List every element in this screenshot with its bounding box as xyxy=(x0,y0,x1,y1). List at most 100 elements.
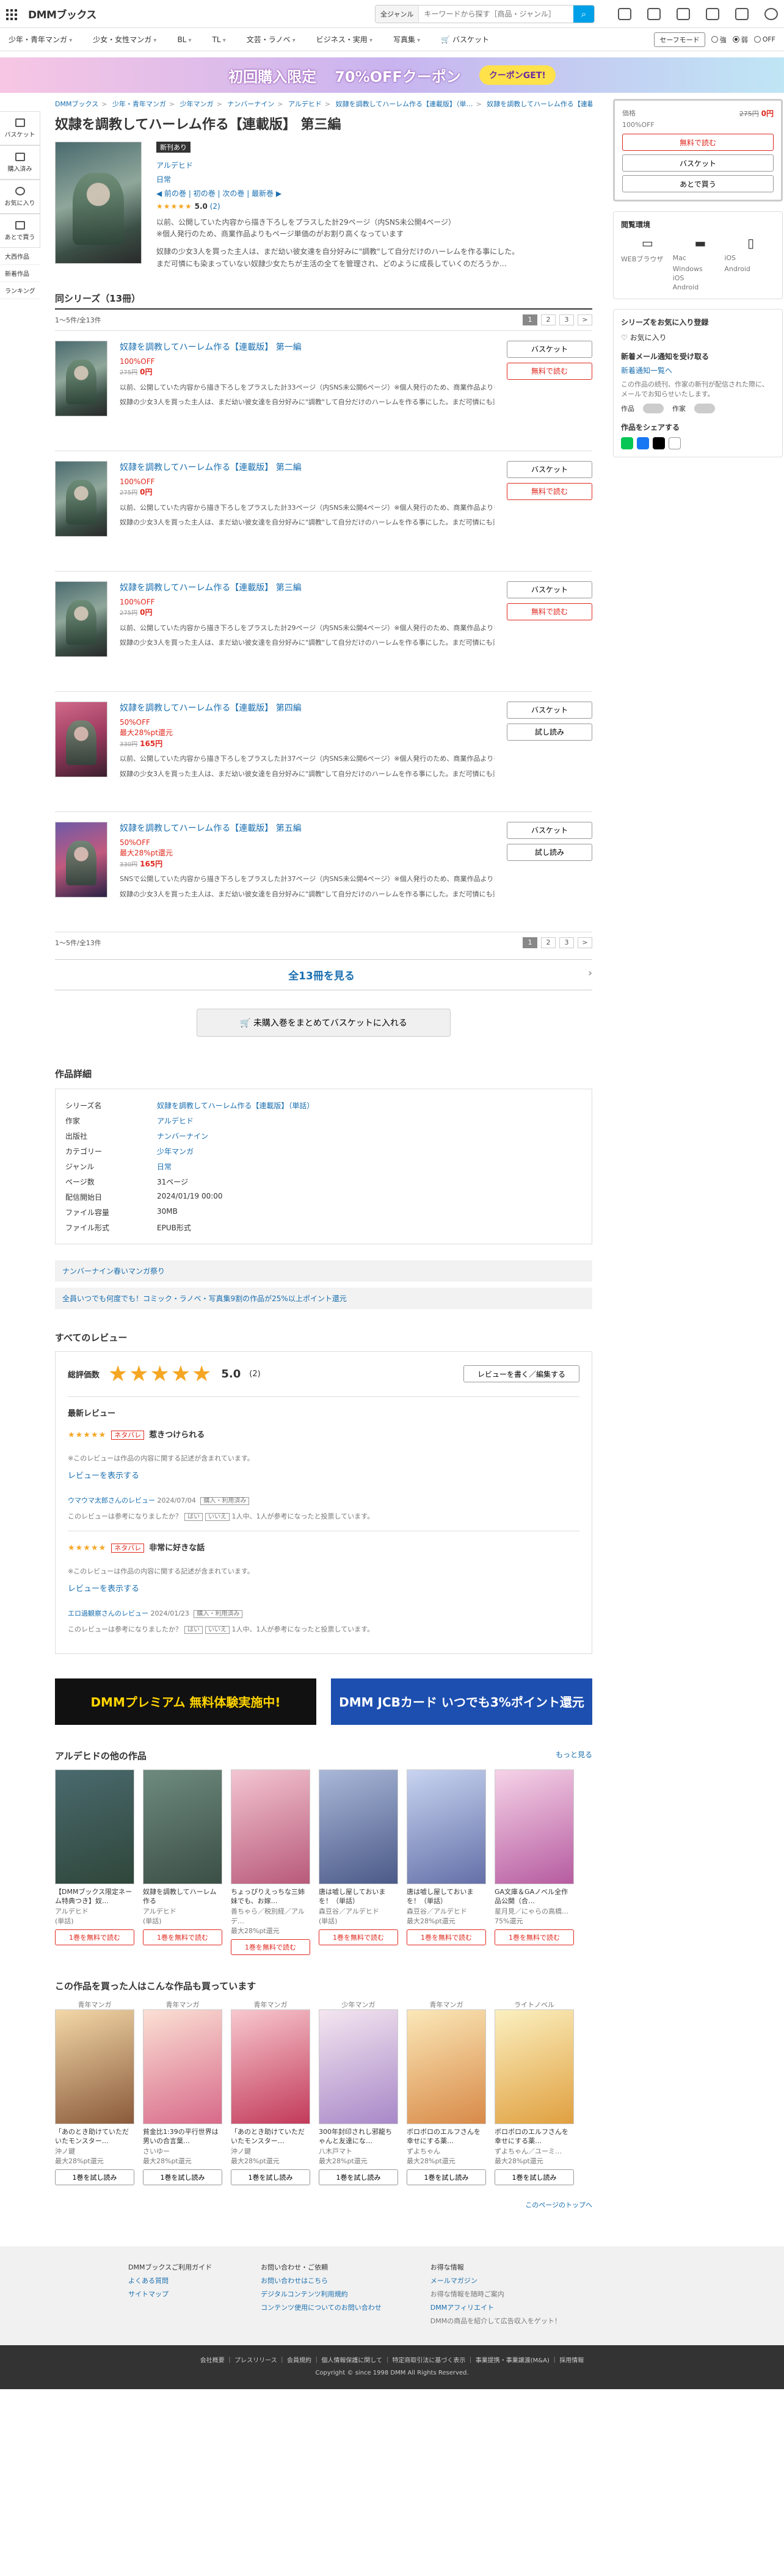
premium-banner[interactable]: DMMプレミアム 無料体験実施中! xyxy=(55,1678,316,1725)
work-card[interactable]: 唐は嘘し屋しておいまを！（単話） 森豆谷／アルデヒド 最大28%pt還元 1巻を無料で… xyxy=(407,1769,486,1955)
detail-value[interactable]: アルデヒド xyxy=(157,1116,194,1126)
site-logo[interactable]: DMMブックス xyxy=(28,6,96,21)
promo-link[interactable]: ナンバーナイン春いマンガ祭り xyxy=(55,1260,592,1282)
crumb[interactable]: DMMブックス xyxy=(55,100,98,108)
bookshelf-icon[interactable] xyxy=(735,7,749,20)
add-basket-button[interactable]: バスケット xyxy=(507,460,592,478)
helpful-no-button[interactable]: いいえ xyxy=(205,1512,230,1521)
cat-photo[interactable]: 写真集 xyxy=(393,34,420,45)
footer-link[interactable]: サイトマップ xyxy=(128,2290,169,2298)
cat-business[interactable]: ビジネス・実用 xyxy=(316,34,372,45)
rating-count[interactable]: (2) xyxy=(210,202,220,211)
footer-link[interactable]: コンテンツ使用についてのお問い合わせ xyxy=(261,2304,382,2312)
rec-card[interactable]: 青年マンガ 「あのとき助けていただいたモンスター… 沖ノ鍵 最大28%pt還元 1巻を試… xyxy=(55,2000,134,2185)
read-free-button[interactable]: 無料で読む xyxy=(622,134,774,151)
add-basket-button[interactable]: バスケット xyxy=(507,701,592,719)
page-button[interactable]: 2 xyxy=(541,314,556,325)
footer-link[interactable]: デジタルコンテンツ利用規約 xyxy=(261,2290,348,2298)
rec-trial-button[interactable]: 1巻を試し読み xyxy=(55,2169,134,2185)
page-next[interactable]: > xyxy=(578,937,592,948)
cat-bl[interactable]: BL xyxy=(177,35,191,44)
volume-title[interactable]: 奴隷を調教してハーレム作る【連載版】 第三編 xyxy=(120,581,495,593)
cat-shojo[interactable]: 少女・女性マンガ xyxy=(93,34,156,45)
helpful-yes-button[interactable]: はい xyxy=(184,1625,203,1634)
rec-card[interactable]: ライトノベル ボロボロのエルフさんを幸せにする薬… ずよちゃん／ユーミ… 最大28%p… xyxy=(495,2000,574,2185)
cat-shonen[interactable]: 少年・青年マンガ xyxy=(9,34,72,45)
notice-icon[interactable] xyxy=(618,7,631,20)
search-scope[interactable]: 全ジャンル xyxy=(376,5,419,23)
more-link[interactable]: もっと見る xyxy=(556,1749,592,1762)
rec-trial-button[interactable]: 1巻を試し読み xyxy=(407,2169,486,2185)
volume-nav[interactable]: ◀ 前の巻 | 初の巻 | 次の巻 | 最新巻 ▶ xyxy=(156,189,281,198)
to-top-link[interactable]: このページのトップへ xyxy=(525,2201,592,2209)
work-read-button[interactable]: 1巻を無料で読む xyxy=(55,1929,134,1945)
x-icon[interactable] xyxy=(653,437,665,449)
work-card[interactable]: 奴隷を調教してハーレム作る アルデヒド (単話) 1巻を無料で読む xyxy=(143,1769,222,1955)
buy-later-button[interactable]: あとで買う xyxy=(622,175,774,192)
detail-value[interactable]: ナンバーナイン xyxy=(157,1131,208,1141)
footer-link[interactable]: メールマガジン xyxy=(430,2277,477,2285)
page-next[interactable]: > xyxy=(578,314,592,325)
link-icon[interactable] xyxy=(669,437,681,449)
cover-image[interactable] xyxy=(55,142,142,264)
page-button[interactable]: 3 xyxy=(559,314,574,325)
safe-weak[interactable]: 弱 xyxy=(732,35,748,45)
safe-off[interactable]: OFF xyxy=(753,35,775,43)
work-read-button[interactable]: 1巻を無料で読む xyxy=(407,1929,486,1945)
rec-card[interactable]: 青年マンガ ボロボロのエルフさんを幸せにする薬… ずよちゃん 最大28%pt還元 1巻を… xyxy=(407,2000,486,2185)
helpful-yes-button[interactable]: はい xyxy=(184,1512,203,1521)
footer-link[interactable]: DMMアフィリエイト xyxy=(430,2304,494,2312)
detail-value[interactable]: 少年マンガ xyxy=(157,1146,194,1156)
crumb[interactable]: 少年マンガ xyxy=(180,100,214,108)
user-icon[interactable] xyxy=(764,7,778,20)
work-card[interactable]: GA文庫＆GAノベル全作品公開（合… 星月見／にゃらの高橋… 75%還元 1巻を無料で… xyxy=(495,1769,574,1955)
read-free-button[interactable]: 無料で読む xyxy=(507,362,592,380)
reviewer-link[interactable]: ウマウマ太郎さんのレビュー xyxy=(68,1497,155,1504)
work-read-button[interactable]: 1巻を無料で読む xyxy=(231,1939,310,1955)
work-card[interactable]: 唐は嘘し屋しておいまを！（単話） 森豆谷／アルデヒド (単話) 1巻を無料で読む xyxy=(319,1769,398,1955)
footer-links[interactable]: 会社概要 ｜ プレスリリース ｜ 会員規約 ｜ 個人情報保護に関して ｜ 特定商… xyxy=(0,2355,784,2367)
basket-link[interactable]: 🛒 バスケット xyxy=(441,34,489,45)
volume-cover[interactable] xyxy=(55,821,107,898)
promo-link[interactable]: 全員いつでも何度でも！コミック・ラノベ・写真集9割の作品が25%以上ポイント還元 xyxy=(55,1287,592,1309)
detail-value[interactable]: 日常 xyxy=(157,1161,172,1172)
history-icon[interactable] xyxy=(647,7,661,20)
trial-read-button[interactable]: 試し読み xyxy=(507,843,592,861)
read-free-button[interactable]: 無料で読む xyxy=(507,482,592,500)
show-review-link[interactable]: レビューを表示する xyxy=(68,1584,139,1594)
crumb[interactable]: 奴隷を調教してハーレム作る【連載版】（単… xyxy=(336,100,473,108)
genre-link[interactable]: 日常 xyxy=(156,175,171,184)
search-input[interactable] xyxy=(419,9,573,18)
campaign-banner[interactable]: 初回購入限定 70%OFFクーポン クーポンGET! xyxy=(0,57,784,93)
volume-cover[interactable] xyxy=(55,340,107,416)
page-button[interactable]: 2 xyxy=(541,937,556,948)
rec-trial-button[interactable]: 1巻を試し読み xyxy=(495,2169,574,2185)
rec-trial-button[interactable]: 1巻を試し読み xyxy=(231,2169,310,2185)
footer-link[interactable]: よくある質問 xyxy=(128,2277,169,2285)
toggle-author[interactable] xyxy=(694,404,715,413)
safe-strong[interactable]: 強 xyxy=(711,35,727,45)
add-basket-button[interactable]: バスケット xyxy=(622,154,774,172)
page-button[interactable]: 1 xyxy=(523,937,537,948)
helpful-no-button[interactable]: いいえ xyxy=(205,1625,230,1634)
show-review-link[interactable]: レビューを表示する xyxy=(68,1471,139,1481)
write-review-button[interactable]: レビューを書く／編集する xyxy=(463,1365,579,1383)
volume-title[interactable]: 奴隷を調教してハーレム作る【連載版】 第四編 xyxy=(120,702,495,714)
volume-cover[interactable] xyxy=(55,581,107,657)
volume-cover[interactable] xyxy=(55,701,107,777)
mail-icon[interactable] xyxy=(677,7,690,20)
rec-card[interactable]: 青年マンガ 貧金比1:39の平行世界は男いの合言葉… さいゆー 最大28%pt還元 1巻… xyxy=(143,2000,222,2185)
read-free-button[interactable]: 無料で読む xyxy=(507,603,592,620)
work-read-button[interactable]: 1巻を無料で読む xyxy=(319,1929,398,1945)
notify-link[interactable]: 新着通知一覧へ xyxy=(621,366,672,375)
volume-title[interactable]: 奴隷を調教してハーレム作る【連載版】 第一編 xyxy=(120,341,495,353)
volume-title[interactable]: 奴隷を調教してハーレム作る【連載版】 第五編 xyxy=(120,822,495,834)
add-basket-button[interactable]: バスケット xyxy=(507,821,592,839)
author-link[interactable]: アルデヒド xyxy=(156,161,193,170)
footer-link[interactable]: お問い合わせはこちら xyxy=(261,2277,328,2285)
add-basket-button[interactable]: バスケット xyxy=(507,340,592,358)
page-button[interactable]: 3 xyxy=(559,937,574,948)
rec-card[interactable]: 少年マンガ 300年封印されし邪龍ちゃんと友達にな… 八木戸マト 最大28%pt還元 1… xyxy=(319,2000,398,2185)
work-card[interactable]: 【DMMブックス限定ネーム特典つき】奴… アルデヒド (単話) 1巻を無料で読む xyxy=(55,1769,134,1955)
add-basket-button[interactable]: バスケット xyxy=(507,581,592,598)
